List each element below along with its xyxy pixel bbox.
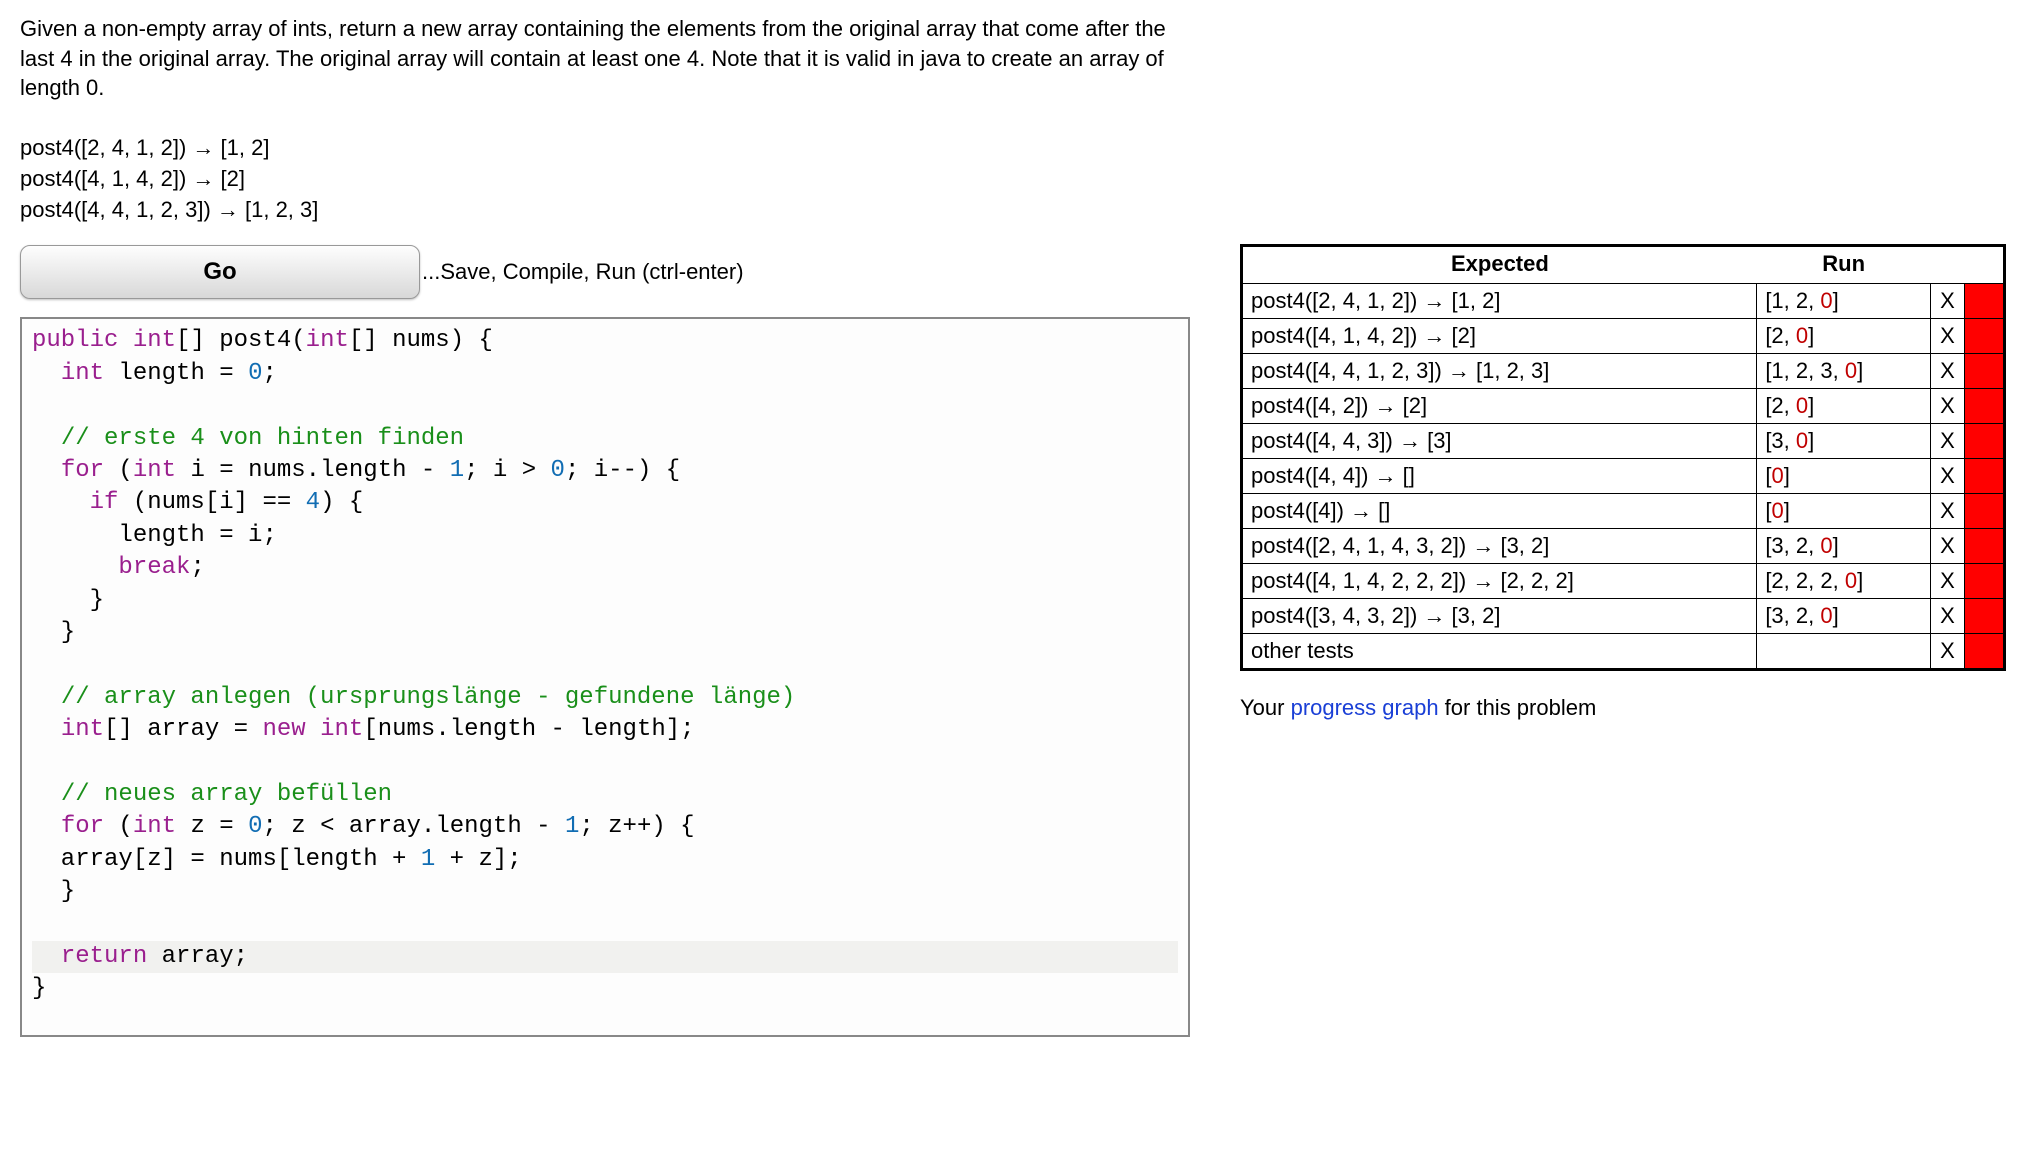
table-row: post4([4, 4]) → [][0]X [1242, 459, 2005, 494]
problem-description: Given a non-empty array of ints, return … [20, 14, 1190, 103]
expected-header: Expected [1242, 246, 1757, 284]
status-color-cell [1965, 284, 2005, 319]
progress-prefix: Your [1240, 695, 1291, 720]
code-editor[interactable]: public int[] post4(int[] nums) { int len… [20, 317, 1190, 1037]
example-line: post4([4, 1, 4, 2]) → [2] [20, 164, 1190, 195]
run-header: Run [1757, 246, 1931, 284]
expected-cell: post4([4, 4, 3]) → [3] [1242, 424, 1757, 459]
status-color-cell [1965, 529, 2005, 564]
mark-cell: X [1931, 529, 1965, 564]
run-cell: [2, 0] [1757, 319, 1931, 354]
status-color-cell [1965, 494, 2005, 529]
run-cell: [3, 0] [1757, 424, 1931, 459]
table-row: post4([4, 4, 3]) → [3][3, 0]X [1242, 424, 2005, 459]
status-color-cell [1965, 459, 2005, 494]
mark-cell: X [1931, 354, 1965, 389]
example-line: post4([2, 4, 1, 2]) → [1, 2] [20, 133, 1190, 164]
status-color-cell [1965, 564, 2005, 599]
problem-examples: post4([2, 4, 1, 2]) → [1, 2]post4([4, 1,… [20, 133, 1190, 225]
progress-graph-link[interactable]: progress graph [1291, 695, 1439, 720]
status-color-cell [1965, 389, 2005, 424]
other-tests-label: other tests [1242, 634, 1757, 670]
go-button[interactable]: Go [20, 245, 420, 299]
mark-cell: X [1931, 494, 1965, 529]
mark-cell: X [1931, 459, 1965, 494]
expected-cell: post4([4, 4, 1, 2, 3]) → [1, 2, 3] [1242, 354, 1757, 389]
run-cell: [0] [1757, 459, 1931, 494]
expected-cell: post4([2, 4, 1, 4, 3, 2]) → [3, 2] [1242, 529, 1757, 564]
run-cell: [2, 2, 2, 0] [1757, 564, 1931, 599]
status-color-cell [1965, 354, 2005, 389]
example-line: post4([4, 4, 1, 2, 3]) → [1, 2, 3] [20, 195, 1190, 226]
table-row: post4([4, 1, 4, 2]) → [2][2, 0]X [1242, 319, 2005, 354]
expected-cell: post4([4, 1, 4, 2]) → [2] [1242, 319, 1757, 354]
table-row: post4([2, 4, 1, 2]) → [1, 2][1, 2, 0]X [1242, 284, 2005, 319]
table-row: post4([4, 4, 1, 2, 3]) → [1, 2, 3][1, 2,… [1242, 354, 2005, 389]
results-table: Expected Run post4([2, 4, 1, 2]) → [1, 2… [1240, 244, 2006, 671]
progress-line: Your progress graph for this problem [1240, 695, 2006, 721]
status-color-cell [1965, 599, 2005, 634]
mark-header [1931, 246, 1965, 284]
expected-cell: post4([4]) → [] [1242, 494, 1757, 529]
run-cell: [1, 2, 0] [1757, 284, 1931, 319]
mark-cell: X [1931, 319, 1965, 354]
shortcut-hint: ...Save, Compile, Run (ctrl-enter) [422, 259, 744, 285]
expected-cell: post4([4, 4]) → [] [1242, 459, 1757, 494]
run-cell [1757, 634, 1931, 670]
mark-cell: X [1931, 599, 1965, 634]
run-cell: [0] [1757, 494, 1931, 529]
mark-cell: X [1931, 634, 1965, 670]
expected-cell: post4([3, 4, 3, 2]) → [3, 2] [1242, 599, 1757, 634]
expected-cell: post4([4, 2]) → [2] [1242, 389, 1757, 424]
mark-cell: X [1931, 424, 1965, 459]
table-row: post4([4]) → [][0]X [1242, 494, 2005, 529]
progress-suffix: for this problem [1439, 695, 1597, 720]
table-row: post4([2, 4, 1, 4, 3, 2]) → [3, 2][3, 2,… [1242, 529, 2005, 564]
color-header [1965, 246, 2005, 284]
table-row: post4([4, 1, 4, 2, 2, 2]) → [2, 2, 2][2,… [1242, 564, 2005, 599]
mark-cell: X [1931, 564, 1965, 599]
status-color-cell [1965, 319, 2005, 354]
run-cell: [2, 0] [1757, 389, 1931, 424]
run-cell: [3, 2, 0] [1757, 529, 1931, 564]
table-row: post4([3, 4, 3, 2]) → [3, 2][3, 2, 0]X [1242, 599, 2005, 634]
mark-cell: X [1931, 389, 1965, 424]
table-row: post4([4, 2]) → [2][2, 0]X [1242, 389, 2005, 424]
expected-cell: post4([4, 1, 4, 2, 2, 2]) → [2, 2, 2] [1242, 564, 1757, 599]
run-cell: [3, 2, 0] [1757, 599, 1931, 634]
status-color-cell [1965, 424, 2005, 459]
status-color-cell [1965, 634, 2005, 670]
run-cell: [1, 2, 3, 0] [1757, 354, 1931, 389]
table-row-other: other tests X [1242, 634, 2005, 670]
mark-cell: X [1931, 284, 1965, 319]
results-header-row: Expected Run [1242, 246, 2005, 284]
expected-cell: post4([2, 4, 1, 2]) → [1, 2] [1242, 284, 1757, 319]
